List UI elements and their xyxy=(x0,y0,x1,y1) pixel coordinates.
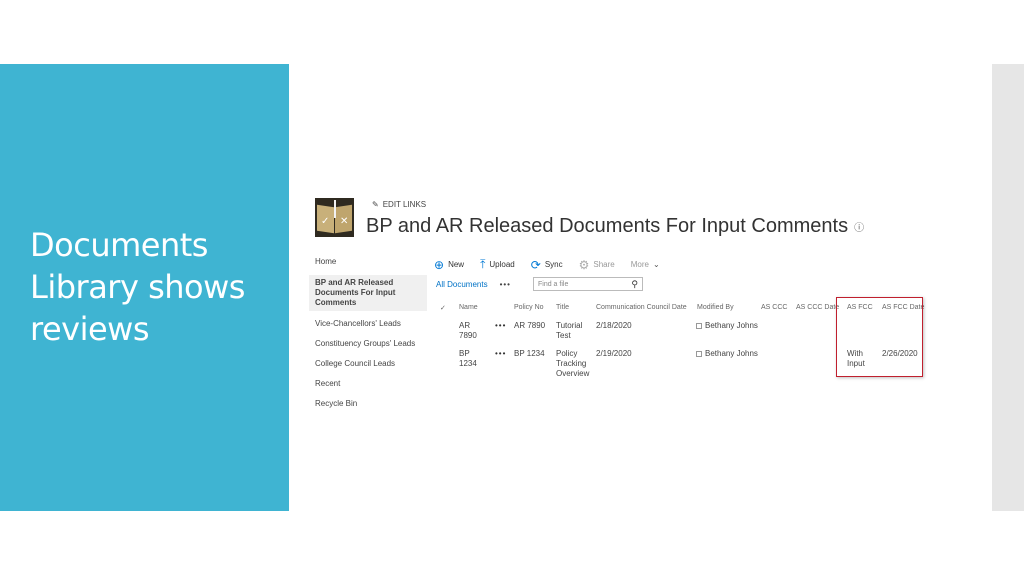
x-mark-icon: ✕ xyxy=(340,216,349,227)
col-header-communication-council-date[interactable]: Communication Council Date xyxy=(596,304,687,311)
nav-item-recent[interactable]: Recent xyxy=(309,377,427,391)
info-icon[interactable]: ⓘ xyxy=(854,219,864,234)
upload-icon: ⤒ xyxy=(480,257,486,271)
col-header-as-ccc[interactable]: AS CCC xyxy=(761,304,787,311)
plus-circle-icon: ⊕ xyxy=(434,257,445,272)
edit-links-button[interactable]: ✎ EDIT LINKS xyxy=(372,200,426,209)
col-header-name[interactable]: Name xyxy=(459,304,478,311)
row-2-comm-date: 2/19/2020 xyxy=(596,349,632,358)
col-header-policy-no[interactable]: Policy No xyxy=(514,304,544,311)
command-bar: ⊕ New ⤒ Upload ⟳ Sync ⚙ Share More ⌄ xyxy=(434,257,676,272)
row-1-comm-date: 2/18/2020 xyxy=(596,321,632,330)
row-2-title: Policy Tracking Overview xyxy=(556,349,590,378)
nav-item-constituency-groups-leads[interactable]: Constituency Groups' Leads xyxy=(309,337,427,351)
row-1-name[interactable]: AR 7890 xyxy=(459,321,481,341)
page-title-text: BP and AR Released Documents For Input C… xyxy=(366,215,849,237)
nav-item-bp-ar-documents[interactable]: BP and AR Released Documents For Input C… xyxy=(309,275,427,311)
chevron-down-icon: ⌄ xyxy=(652,260,660,269)
row-1-title: Tutorial Test xyxy=(556,321,583,340)
upload-label: Upload xyxy=(489,260,515,269)
more-label: More xyxy=(630,260,649,269)
edit-links-label: EDIT LINKS xyxy=(382,200,427,209)
presence-icon xyxy=(696,323,702,329)
col-header-title[interactable]: Title xyxy=(556,304,569,311)
row-2-modified-by-name: Bethany Johns xyxy=(705,349,758,358)
row-2-modified-by[interactable]: Bethany Johns xyxy=(696,349,758,359)
search-icon: ⚲ xyxy=(631,278,638,289)
nav-item-vice-chancellors-leads[interactable]: Vice-Chancellors' Leads xyxy=(309,317,427,331)
slide-title-line: reviews xyxy=(30,310,150,348)
slide-title-line: Library shows xyxy=(30,268,245,306)
view-row: All Documents ••• Find a file ⚲ xyxy=(436,277,643,291)
page-title: BP and AR Released Documents For Input C… xyxy=(366,215,864,238)
more-button[interactable]: More ⌄ xyxy=(631,260,660,269)
slide-side-bar xyxy=(992,64,1024,511)
row-1-modified-by-name: Bethany Johns xyxy=(705,321,758,330)
search-input[interactable]: Find a file xyxy=(538,281,568,288)
all-documents-view[interactable]: All Documents xyxy=(436,280,488,289)
row-1-modified-by[interactable]: Bethany Johns xyxy=(696,321,758,331)
row-1-more-button[interactable]: ••• xyxy=(495,321,506,331)
nav-item-college-council-leads[interactable]: College Council Leads xyxy=(309,357,427,371)
pen-icon xyxy=(334,200,336,218)
quick-launch-nav: Home BP and AR Released Documents For In… xyxy=(309,255,427,417)
col-header-modified-by[interactable]: Modified By xyxy=(697,304,734,311)
view-options-button[interactable]: ••• xyxy=(500,280,511,289)
row-2-name[interactable]: BP 1234 xyxy=(459,349,481,369)
nav-item-home[interactable]: Home xyxy=(309,255,427,269)
row-2-policy-no: BP 1234 xyxy=(514,349,545,358)
share-button[interactable]: ⚙ Share xyxy=(579,258,615,272)
slide-title-line: Documents xyxy=(30,226,208,264)
slide-title: Documents Library shows reviews xyxy=(30,224,280,350)
share-label: Share xyxy=(593,260,615,269)
col-header-as-ccc-date[interactable]: AS CCC Date xyxy=(796,304,839,311)
row-2-more-button[interactable]: ••• xyxy=(495,349,506,359)
presence-icon xyxy=(696,351,702,357)
sync-button[interactable]: ⟳ Sync xyxy=(531,258,563,272)
check-mark-icon: ✓ xyxy=(321,216,330,227)
share-icon: ⚙ xyxy=(578,257,590,272)
upload-button[interactable]: ⤒ Upload xyxy=(480,257,515,272)
site-logo[interactable]: ✓ ✕ xyxy=(315,198,354,237)
nav-item-recycle-bin[interactable]: Recycle Bin xyxy=(309,397,427,411)
new-label: New xyxy=(448,260,465,269)
sync-icon: ⟳ xyxy=(530,257,541,272)
pencil-icon: ✎ xyxy=(372,200,379,209)
row-1-policy-no: AR 7890 xyxy=(514,321,546,330)
select-all-checkbox[interactable]: ✓ xyxy=(440,304,446,312)
find-file-search[interactable]: Find a file ⚲ xyxy=(532,277,643,291)
new-button[interactable]: ⊕ New xyxy=(434,258,464,272)
sync-label: Sync xyxy=(544,260,563,269)
as-fcc-highlight-box xyxy=(836,297,923,377)
